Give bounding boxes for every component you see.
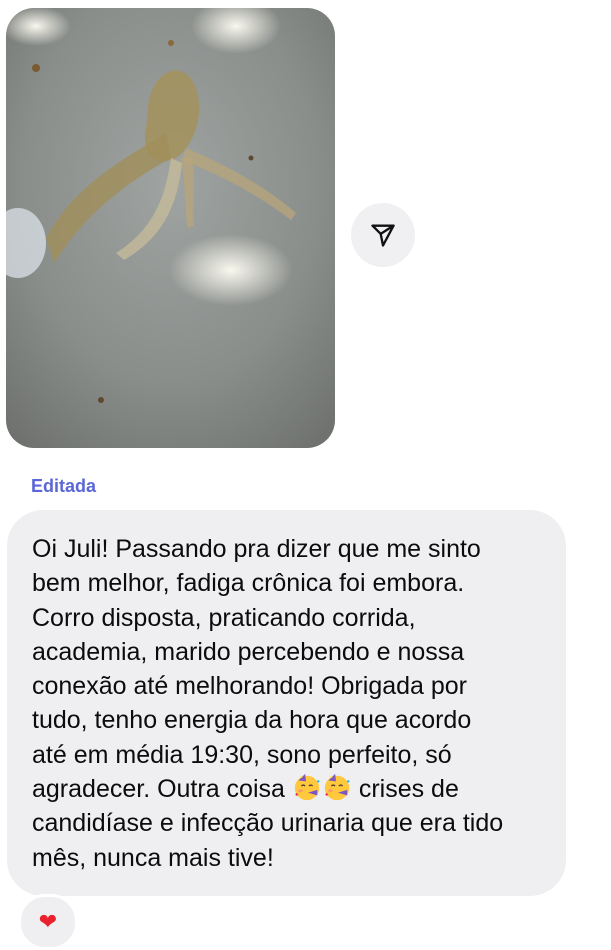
message-bubble[interactable]: Oi Juli! Passando pra dizer que me sinto… (7, 510, 566, 896)
attached-photo[interactable] (6, 8, 335, 448)
share-button[interactable] (351, 203, 415, 267)
heart-reaction[interactable]: ❤ (18, 894, 78, 950)
partying-face-icon (324, 773, 350, 801)
edited-label: Editada (31, 476, 97, 496)
heart-icon: ❤ (38, 909, 58, 934)
partying-face-icon (294, 773, 320, 801)
message-text: Oi Juli! Passando pra dizer que me sinto… (32, 532, 542, 875)
paper-plane-icon (371, 224, 395, 247)
message-text-part-1: Oi Juli! Passando pra dizer que me sinto… (32, 535, 481, 804)
